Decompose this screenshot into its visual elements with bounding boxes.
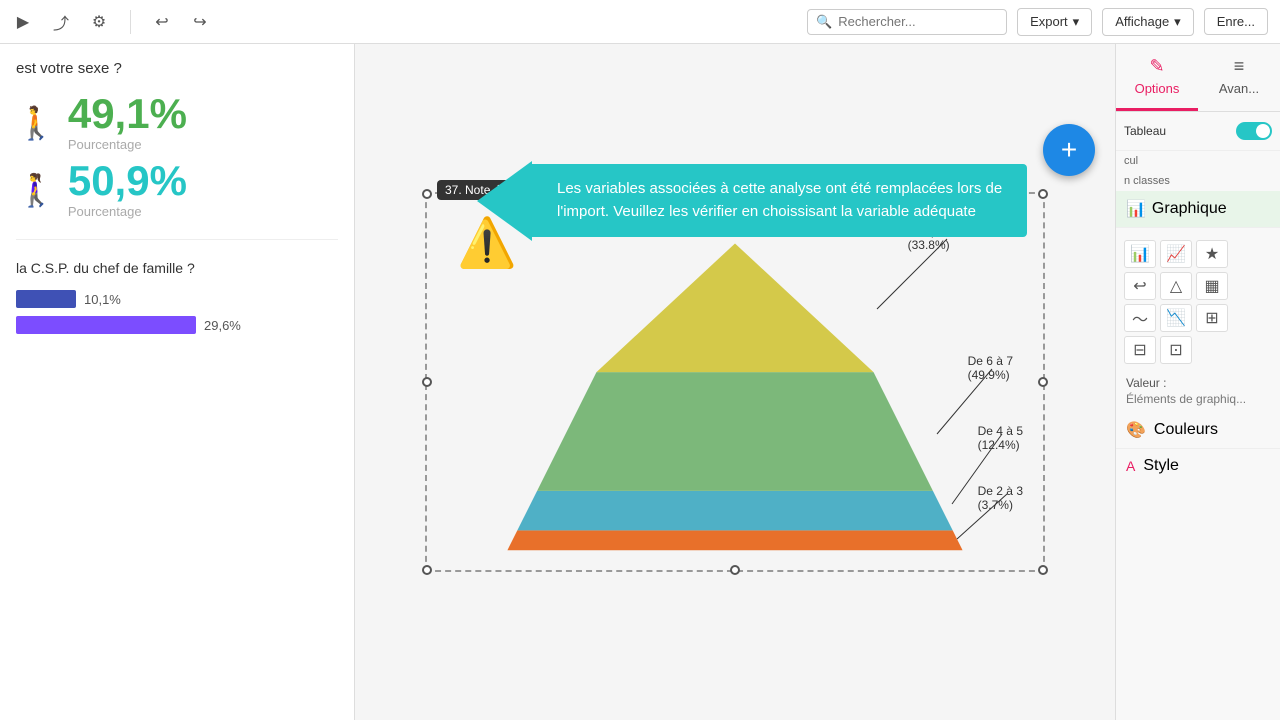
plus-icon: + [1061, 134, 1077, 166]
question1-title: est votre sexe ? [16, 60, 338, 77]
avance-icon: ≡ [1234, 56, 1245, 77]
search-box[interactable]: 🔍 [807, 9, 1007, 35]
tab-options-label: Options [1135, 81, 1180, 96]
chart-type-8[interactable]: 📉 [1160, 304, 1192, 332]
chart-type-3[interactable]: ★ [1196, 240, 1228, 268]
male-label: Pourcentage [68, 137, 187, 152]
affichage-button[interactable]: Affichage ▾ [1102, 8, 1194, 36]
style-icon: A [1126, 458, 1135, 474]
tableau-toggle-row: Tableau [1124, 122, 1272, 140]
valeur-value: Éléments de graphiq... [1126, 392, 1270, 406]
tooltip-text: Les variables associées à cette analyse … [527, 164, 1027, 237]
male-row: 🚶 49,1% Pourcentage [16, 93, 338, 152]
couleurs-label: Couleurs [1154, 421, 1218, 439]
chart-type-9[interactable]: ⊞ [1196, 304, 1228, 332]
enregistrer-label: Enre... [1217, 14, 1255, 29]
chart-type-2[interactable]: 📈 [1160, 240, 1192, 268]
tableau-toggle[interactable] [1236, 122, 1272, 140]
tooltip-container: Les variables associées à cette analyse … [527, 164, 1027, 237]
chart-type-icons-row1: 📊 📈 ★ [1124, 240, 1272, 268]
chart-type-4[interactable]: ↩ [1124, 272, 1156, 300]
female-row: 🚶‍♀️ 50,9% Pourcentage [16, 160, 338, 219]
cursor [895, 294, 903, 302]
undo-button[interactable]: ↩ [151, 11, 173, 33]
tab-avance[interactable]: ≡ Avan... [1198, 44, 1280, 111]
add-button[interactable]: + [1043, 124, 1095, 176]
male-icon: 🚶 [16, 104, 56, 142]
tableau-section: Tableau [1116, 112, 1280, 151]
affichage-label: Affichage [1115, 14, 1169, 29]
valeur-row: Valeur : Éléments de graphiq... [1116, 370, 1280, 412]
female-label: Pourcentage [68, 204, 187, 219]
female-pct: 50,9% [68, 160, 187, 202]
arrow-pointer-icon [477, 161, 532, 241]
label-2a3: De 2 à 3 (3.7%) [978, 484, 1023, 512]
chart-type-icons-row2: ↩ △ ▦ [1124, 272, 1272, 300]
style-row[interactable]: A Style [1116, 449, 1280, 483]
tab-options[interactable]: ✎ Options [1116, 44, 1198, 111]
divider1 [130, 10, 131, 34]
enregistrer-button[interactable]: Enre... [1204, 8, 1268, 35]
bar-fill-1 [16, 290, 76, 308]
affichage-chevron-icon: ▾ [1174, 14, 1181, 30]
export-button[interactable]: Export ▾ [1017, 8, 1092, 36]
right-panel: ✎ Options ≡ Avan... Tableau cul n classe… [1115, 44, 1280, 720]
left-panel: est votre sexe ? 🚶 49,1% Pourcentage 🚶‍♀… [0, 44, 355, 720]
search-input[interactable] [838, 14, 988, 29]
calcul-label: cul [1116, 151, 1280, 171]
section-divider [16, 239, 338, 240]
graphique-chart-icon: 📊 [1126, 199, 1146, 219]
couleurs-row[interactable]: 🎨 Couleurs [1116, 412, 1280, 449]
question2-title: la C.S.P. du chef de famille ? [16, 260, 338, 276]
play-button[interactable]: ▶ [12, 11, 34, 33]
tab-avance-label: Avan... [1219, 81, 1259, 96]
chart-type-icons-row3: 〜 📉 ⊞ [1124, 304, 1272, 332]
graphique-row[interactable]: 📊 Graphique [1116, 191, 1280, 228]
valeur-label: Valeur : [1126, 376, 1270, 390]
chart-container[interactable]: 37. Note ℹ ✎ ⚠️ 8 et plus (33.8%) De 6 à… [425, 192, 1045, 572]
couleurs-icon: 🎨 [1126, 420, 1146, 440]
chart-type-5[interactable]: △ [1160, 272, 1192, 300]
right-panel-tabs: ✎ Options ≡ Avan... [1116, 44, 1280, 112]
chart-type-6[interactable]: ▦ [1196, 272, 1228, 300]
female-icon: 🚶‍♀️ [16, 171, 56, 209]
chart-type-10[interactable]: ⊟ [1124, 336, 1156, 364]
bar-pct-1: 10,1% [84, 292, 121, 307]
tooltip-arrow: Les variables associées à cette analyse … [527, 164, 1027, 237]
main-area: + 37. Note ℹ ✎ ⚠️ [355, 44, 1115, 720]
classes-label: n classes [1116, 171, 1280, 191]
bar-row-1: 10,1% [16, 290, 338, 308]
bar-fill-2 [16, 316, 196, 334]
icon-grid-1: 📊 📈 ★ ↩ △ ▦ 〜 📉 ⊞ ⊟ ⊡ [1116, 228, 1280, 370]
share-button[interactable]: ⤴ [50, 11, 72, 33]
toolbar-right: 🔍 Export ▾ Affichage ▾ Enre... [807, 8, 1268, 36]
export-label: Export [1030, 14, 1068, 29]
graphique-label: Graphique [1152, 200, 1227, 218]
search-icon: 🔍 [816, 14, 832, 30]
options-icon: ✎ [1149, 56, 1164, 77]
settings-button[interactable]: ⚙ [88, 11, 110, 33]
toolbar: ▶ ⤴ ⚙ ↩ ↪ 🔍 Export ▾ Affichage ▾ Enre... [0, 0, 1280, 44]
chart-type-icons-row4: ⊟ ⊡ [1124, 336, 1272, 364]
bar-row-2: 29,6% [16, 316, 338, 334]
bar-pct-2: 29,6% [204, 318, 241, 333]
chart-type-7[interactable]: 〜 [1124, 304, 1156, 332]
male-pct: 49,1% [68, 93, 187, 135]
chart-type-1[interactable]: 📊 [1124, 240, 1156, 268]
style-label: Style [1143, 457, 1179, 475]
label-6a7: De 6 à 7 (49.9%) [968, 354, 1013, 382]
tableau-label: Tableau [1124, 124, 1166, 138]
chart-type-11[interactable]: ⊡ [1160, 336, 1192, 364]
label-4a5: De 4 à 5 (12.4%) [978, 424, 1023, 452]
redo-button[interactable]: ↪ [189, 11, 211, 33]
export-chevron-icon: ▾ [1073, 14, 1080, 30]
